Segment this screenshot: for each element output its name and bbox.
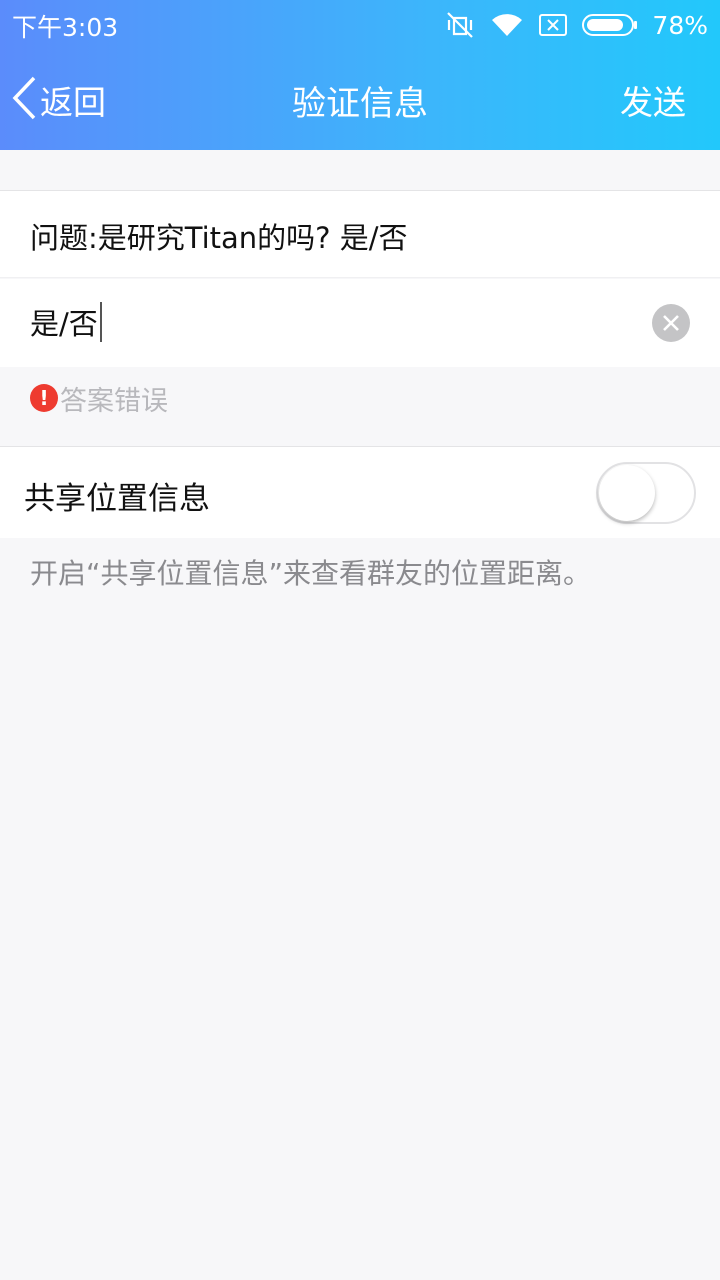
vibrate-off-icon <box>444 10 476 40</box>
clear-button[interactable] <box>652 304 690 342</box>
toggle-knob <box>599 465 655 521</box>
chevron-left-icon <box>10 75 38 125</box>
sim-error-icon <box>538 13 568 37</box>
wifi-icon <box>490 12 524 38</box>
send-button[interactable]: 发送 <box>620 76 686 124</box>
question-row: 问题:是研究Titan的吗? 是/否 <box>0 190 720 278</box>
answer-value: 是/否 <box>30 307 98 341</box>
navigation-bar: 返回 验证信息 发送 <box>0 50 720 150</box>
share-location-hint: 开启“共享位置信息”来查看群友的位置距离。 <box>30 557 592 590</box>
battery-percentage: 78% <box>652 10 708 40</box>
share-location-label: 共享位置信息 <box>24 481 210 517</box>
back-button[interactable]: 返回 <box>10 76 106 124</box>
error-icon: ! <box>30 384 58 412</box>
page-title: 验证信息 <box>292 84 428 124</box>
error-text: 答案错误 <box>60 385 168 417</box>
status-icons: 78% <box>444 8 708 42</box>
header: 下午3:03 78% 返回 验证信息 发送 <box>0 0 720 150</box>
text-caret <box>99 302 102 342</box>
status-bar: 下午3:03 78% <box>0 0 720 50</box>
error-message: ! 答案错误 <box>30 382 168 417</box>
battery-icon <box>582 13 638 37</box>
question-text: 问题:是研究Titan的吗? 是/否 <box>30 221 408 255</box>
share-location-toggle[interactable] <box>596 462 696 524</box>
back-label: 返回 <box>40 83 106 122</box>
status-time: 下午3:03 <box>12 13 119 42</box>
answer-input[interactable]: 是/否 <box>30 301 102 343</box>
answer-field[interactable]: 是/否 <box>0 279 720 367</box>
share-location-row: 共享位置信息 <box>0 446 720 538</box>
